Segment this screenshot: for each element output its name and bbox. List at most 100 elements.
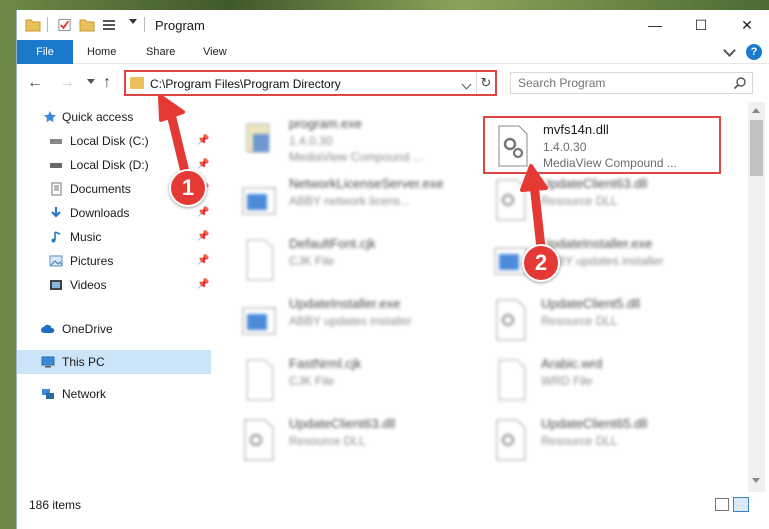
dll-gear-icon — [498, 125, 528, 167]
pin-icon[interactable]: 📌 — [197, 129, 209, 153]
music-icon — [51, 231, 61, 243]
file-description: ABBY updates installer — [289, 314, 412, 328]
ribbon-tabs: File Home Share View ? — [17, 40, 769, 64]
sidebar-item-quick-access[interactable]: Quick access — [17, 105, 211, 129]
sidebar-item-this-pc[interactable]: This PC — [17, 350, 211, 374]
sidebar-item-label: Network — [62, 387, 107, 401]
app-window-icon — [242, 307, 276, 335]
close-button[interactable]: ✕ — [724, 10, 769, 40]
file-description: WRD File — [541, 374, 593, 388]
sidebar-item-network[interactable]: Network — [17, 382, 211, 406]
customize-icon[interactable] — [101, 17, 117, 33]
file-description: CJK File — [289, 254, 335, 268]
status-bar: 186 items — [17, 492, 769, 529]
file-name: UpdateClient65.dll — [541, 416, 648, 431]
file-version: 1.4.0.30 — [289, 134, 333, 148]
sidebar-item-music[interactable]: Music 📌 — [17, 225, 211, 249]
file-item[interactable]: DefaultFont.cjk CJK File — [231, 232, 461, 288]
blank-file-icon — [246, 359, 274, 401]
network-icon — [42, 389, 54, 399]
blank-file-icon — [246, 239, 274, 281]
pin-icon[interactable]: 📌 — [197, 249, 209, 273]
refresh-button[interactable]: ↻ — [476, 72, 495, 94]
sidebar-item-label: Documents — [70, 182, 131, 196]
sidebar-item-label: OneDrive — [62, 322, 113, 336]
sidebar-item-label: Local Disk (C:) — [70, 134, 149, 148]
file-item[interactable]: UpdateClient5.dll Resource DLL — [483, 292, 713, 348]
search-box[interactable] — [510, 72, 753, 94]
pictures-icon — [49, 255, 63, 267]
scroll-down-icon[interactable] — [752, 478, 760, 483]
sidebar-item-label: Videos — [70, 278, 107, 292]
drive-icon — [50, 139, 62, 144]
callout-step-2: 2 — [522, 244, 560, 282]
file-item[interactable]: FastNrml.cjk CJK File — [231, 352, 461, 408]
back-arrow-icon[interactable]: ← — [27, 74, 43, 92]
file-item[interactable]: Arabic.wrd WRD File — [483, 352, 713, 408]
expand-ribbon-icon[interactable] — [723, 44, 736, 57]
download-icon — [51, 207, 61, 218]
scroll-thumb[interactable] — [750, 120, 763, 176]
file-description: Resource DLL — [541, 434, 618, 448]
folder-icon — [25, 19, 41, 32]
app-window-icon — [242, 187, 276, 215]
sidebar-item-label: Music — [70, 230, 102, 244]
exe-icon — [246, 123, 270, 153]
title-bar: Program — ☐ ✕ — [17, 10, 769, 40]
dll-gear-icon — [244, 419, 274, 461]
address-path[interactable]: C:\Program Files\Program Directory — [150, 77, 341, 91]
properties-check-icon[interactable] — [57, 17, 72, 33]
recent-locations-icon[interactable] — [87, 79, 95, 84]
file-item[interactable]: UpdateClient63.dll Resource DLL — [483, 172, 713, 228]
toolbar-separator — [144, 17, 145, 32]
scroll-up-icon[interactable] — [752, 108, 760, 113]
file-item[interactable]: UpdateInstaller.exe ABBY updates install… — [231, 292, 461, 348]
chevron-down-icon[interactable] — [461, 79, 472, 90]
sidebar-item-pictures[interactable]: Pictures 📌 — [17, 249, 211, 273]
dll-gear-icon — [496, 179, 526, 221]
file-name: UpdateClient63.dll — [541, 176, 648, 191]
sidebar-item-label: Pictures — [70, 254, 114, 268]
help-icon[interactable]: ? — [746, 44, 762, 60]
sidebar-item-onedrive[interactable]: OneDrive — [17, 317, 211, 341]
file-item-highlighted[interactable]: mvfs14n.dll 1.4.0.30 MediaView Compound … — [483, 116, 721, 174]
file-name: UpdateInstaller.exe — [541, 236, 653, 251]
up-arrow-icon[interactable]: ↑ — [103, 74, 111, 92]
sidebar-item-videos[interactable]: Videos 📌 — [17, 273, 211, 297]
file-item[interactable]: NetworkLicenseServer.exe ABBY network li… — [231, 172, 461, 228]
address-row: ← → ↑ C:\Program Files\Program Directory… — [17, 65, 769, 101]
file-name: Arabic.wrd — [541, 356, 603, 371]
file-view: program.exe 1.4.0.30 MediaView Compound … — [213, 102, 750, 492]
item-count: 186 items — [29, 498, 82, 512]
dll-gear-icon — [496, 419, 526, 461]
file-name: UpdateClient5.dll — [541, 296, 641, 311]
file-version: 1.4.0.30 — [543, 140, 587, 154]
tab-home[interactable]: Home — [87, 40, 116, 64]
quick-access-dropdown-icon[interactable] — [129, 19, 137, 24]
vertical-scrollbar[interactable] — [748, 102, 765, 492]
file-item[interactable]: program.exe 1.4.0.30 MediaView Compound … — [231, 112, 461, 168]
drive-icon — [50, 163, 62, 168]
details-view-icon[interactable] — [715, 498, 729, 511]
tab-file[interactable]: File — [17, 40, 73, 64]
new-folder-icon[interactable] — [79, 17, 95, 33]
pin-icon[interactable]: 📌 — [197, 225, 209, 249]
address-bar[interactable]: C:\Program Files\Program Directory ↻ — [124, 70, 497, 96]
forward-arrow-icon[interactable]: → — [59, 74, 75, 92]
search-icon[interactable] — [733, 76, 747, 90]
tab-view[interactable]: View — [203, 40, 227, 64]
sidebar-item-local-disk-c[interactable]: Local Disk (C:) 📌 — [17, 129, 211, 153]
file-item[interactable]: UpdateClient65.dll Resource DLL — [483, 412, 713, 468]
pin-icon[interactable]: 📌 — [197, 273, 209, 297]
videos-icon — [50, 280, 62, 290]
file-item[interactable]: UpdateClient63.dll Resource DLL — [231, 412, 461, 468]
pin-icon[interactable]: 📌 — [197, 201, 209, 225]
sidebar-item-label: Downloads — [70, 206, 130, 220]
minimize-button[interactable]: — — [632, 10, 678, 40]
maximize-button[interactable]: ☐ — [678, 10, 724, 40]
file-item[interactable]: UpdateInstaller.exe ABBY updates install… — [483, 232, 713, 288]
tab-share[interactable]: Share — [146, 40, 175, 64]
file-description: MediaView Compound ... — [289, 150, 423, 164]
search-input[interactable] — [511, 73, 731, 93]
large-icons-view-icon[interactable] — [733, 497, 749, 512]
